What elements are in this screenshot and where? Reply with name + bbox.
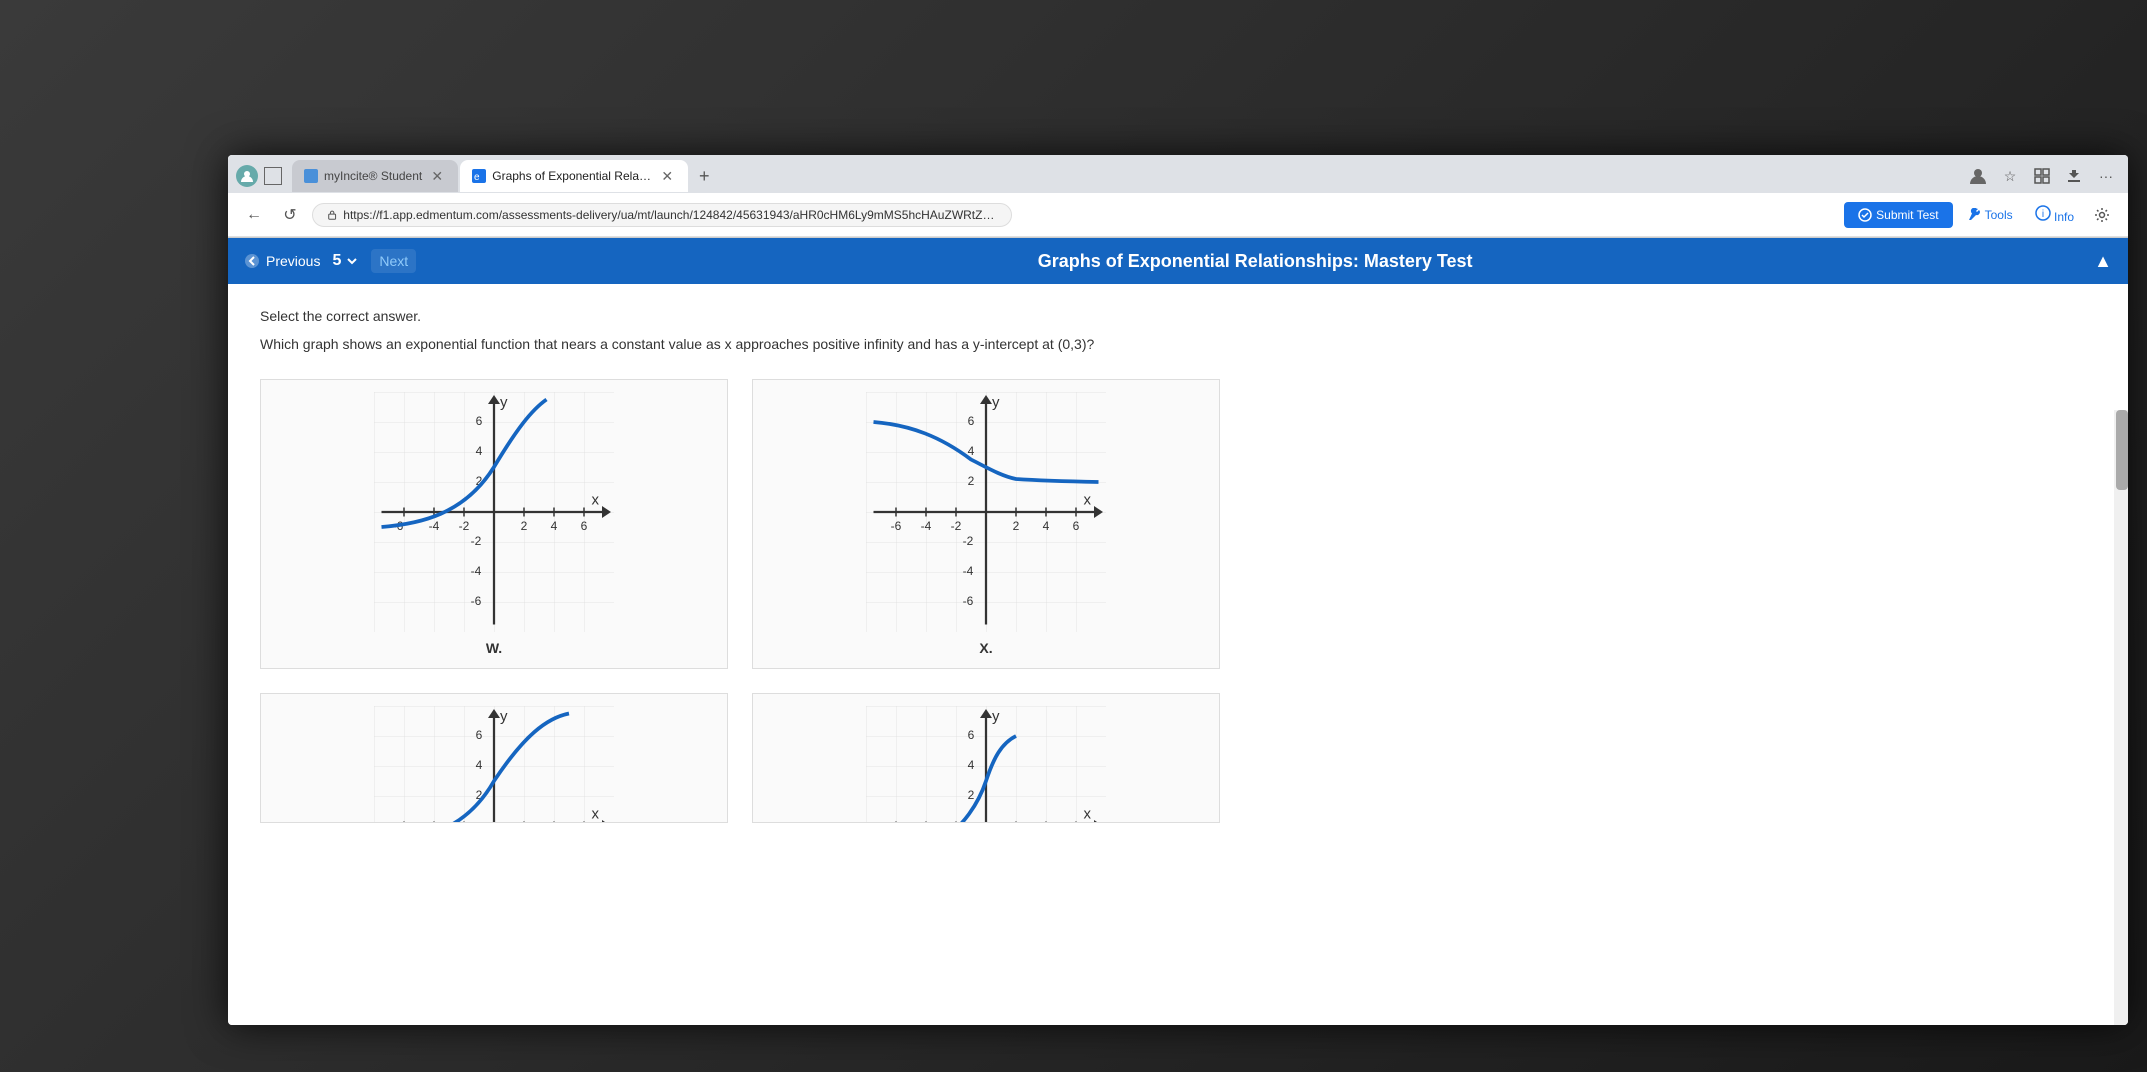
graphs-container: y x -6 -4 -2 2 4 6 6 (260, 379, 1220, 823)
browser-chrome: myIncite® Student ✕ e Graphs of Exponent… (228, 155, 2128, 238)
question-number: 5 (332, 252, 359, 270)
wrench-icon (1967, 208, 1981, 222)
svg-text:4: 4 (551, 519, 558, 533)
svg-text:y: y (500, 394, 508, 411)
browser-collections-btn[interactable] (2028, 162, 2056, 190)
tab-myincite-favicon (304, 169, 318, 183)
svg-text:i: i (2042, 209, 2044, 220)
svg-text:y: y (992, 394, 1000, 411)
svg-text:4: 4 (968, 758, 975, 772)
svg-text:-6: -6 (891, 519, 902, 533)
tab-graphs[interactable]: e Graphs of Exponential Relationshi... ✕ (460, 160, 688, 192)
svg-text:-2: -2 (951, 519, 962, 533)
svg-text:6: 6 (476, 414, 483, 428)
svg-text:4: 4 (476, 758, 483, 772)
address-bar: ← ↺ https://f1.app.edmentum.com/assessme… (228, 193, 2128, 237)
app-toolbar: Previous 5 Next Graphs of Exponential Re… (228, 238, 2128, 284)
svg-text:-2: -2 (471, 534, 482, 548)
lock-icon (327, 209, 337, 221)
svg-text:2: 2 (968, 474, 975, 488)
svg-text:6: 6 (581, 519, 588, 533)
info-button[interactable]: i Info (2027, 199, 2082, 230)
url-text: https://f1.app.edmentum.com/assessments-… (343, 208, 997, 222)
svg-text:y: y (992, 708, 1000, 725)
svg-text:e: e (474, 172, 480, 183)
browser-menu-btn[interactable]: ··· (2092, 162, 2120, 190)
svg-text:x: x (592, 492, 600, 509)
browser-profile-btn[interactable] (1964, 162, 1992, 190)
scroll-up-button[interactable]: ▲ (2094, 251, 2112, 272)
scrollbar-thumb[interactable] (2116, 410, 2128, 490)
svg-text:-6: -6 (963, 594, 974, 608)
tools-button[interactable]: Tools (1959, 202, 2021, 228)
svg-text:x: x (592, 806, 600, 823)
svg-text:-2: -2 (963, 534, 974, 548)
refresh-button[interactable]: ↺ (276, 201, 304, 229)
previous-button[interactable]: Previous (244, 253, 320, 269)
svg-text:-4: -4 (921, 519, 932, 533)
graph-X-svg: y x -6 -4 -2 2 4 6 4 6 (866, 392, 1106, 632)
submit-test-button[interactable]: Submit Test (1844, 202, 1952, 228)
scrollbar-track (2114, 410, 2128, 1025)
previous-icon (244, 253, 260, 269)
svg-text:x: x (1084, 492, 1092, 509)
graph-Z-svg: y x -6 -4 -2 2 4 6 6 4 2 (866, 706, 1106, 823)
svg-text:2: 2 (1013, 519, 1020, 533)
graph-option-Y[interactable]: y x -6 -4 -2 2 4 6 6 4 2 (260, 693, 728, 823)
profile-icon[interactable] (236, 165, 258, 187)
graph-option-X[interactable]: y x -6 -4 -2 2 4 6 4 6 (752, 379, 1220, 669)
page-title: Graphs of Exponential Relationships: Mas… (428, 251, 2082, 272)
browser-actions: Submit Test Tools i Info (1844, 199, 2116, 230)
chevron-down-icon (345, 254, 359, 268)
browser-settings-btn[interactable] (2088, 201, 2116, 229)
new-tab-button[interactable]: + (690, 162, 718, 190)
svg-text:6: 6 (968, 728, 975, 742)
question-instruction: Select the correct answer. (260, 308, 2096, 324)
svg-text:y: y (500, 708, 508, 725)
tab-graphs-close[interactable]: ✕ (658, 167, 676, 185)
url-bar[interactable]: https://f1.app.edmentum.com/assessments-… (312, 203, 1012, 227)
svg-text:6: 6 (476, 728, 483, 742)
svg-text:2: 2 (968, 788, 975, 802)
next-button[interactable]: Next (371, 249, 416, 273)
graph-W-label: W. (273, 640, 715, 656)
tab-myincite-label: myIncite® Student (324, 169, 422, 183)
graph-X-label: X. (765, 640, 1207, 656)
graph-Y-svg: y x -6 -4 -2 2 4 6 6 4 2 (374, 706, 614, 823)
tab-graphs-label: Graphs of Exponential Relationshi... (492, 169, 652, 183)
svg-text:-4: -4 (429, 519, 440, 533)
info-icon: i (2035, 205, 2051, 221)
tab-graphs-favicon: e (472, 169, 486, 183)
graph-W-svg: y x -6 -4 -2 2 4 6 6 (374, 392, 614, 632)
graph-option-W[interactable]: y x -6 -4 -2 2 4 6 6 (260, 379, 728, 669)
svg-text:6: 6 (968, 414, 975, 428)
question-text: Which graph shows an exponential functio… (260, 334, 2096, 355)
back-button[interactable]: ← (240, 201, 268, 229)
svg-text:6: 6 (1073, 519, 1080, 533)
svg-text:4: 4 (476, 444, 483, 458)
svg-text:2: 2 (521, 519, 528, 533)
tab-myincite[interactable]: myIncite® Student ✕ (292, 160, 458, 192)
graph-option-Z[interactable]: y x -6 -4 -2 2 4 6 6 4 2 (752, 693, 1220, 823)
svg-text:4: 4 (1043, 519, 1050, 533)
browser-star-btn[interactable]: ☆ (1996, 162, 2024, 190)
browser-window: myIncite® Student ✕ e Graphs of Exponent… (228, 155, 2128, 1025)
window-icon[interactable] (264, 167, 282, 185)
svg-text:-4: -4 (471, 564, 482, 578)
svg-text:-4: -4 (963, 564, 974, 578)
svg-text:-2: -2 (459, 519, 470, 533)
svg-text:x: x (1084, 806, 1092, 823)
svg-text:-6: -6 (471, 594, 482, 608)
tab-myincite-close[interactable]: ✕ (428, 167, 446, 185)
content-area: Select the correct answer. Which graph s… (228, 284, 2128, 1025)
submit-checkmark-icon (1858, 208, 1872, 222)
tab-bar: myIncite® Student ✕ e Graphs of Exponent… (228, 155, 2128, 193)
browser-ext-btn[interactable] (2060, 162, 2088, 190)
